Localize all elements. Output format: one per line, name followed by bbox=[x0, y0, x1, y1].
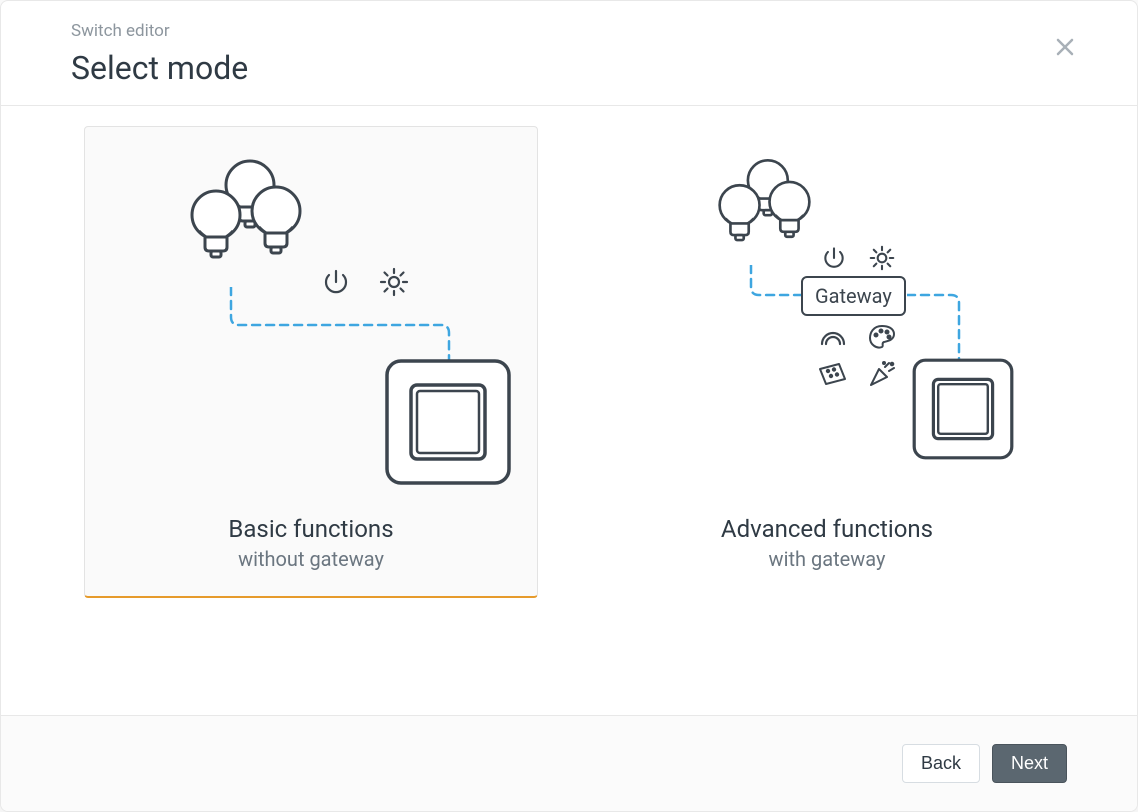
option-subtitle: without gateway bbox=[238, 547, 384, 571]
next-button[interactable]: Next bbox=[992, 744, 1067, 783]
switch-panel-icon bbox=[911, 357, 1015, 465]
power-icon bbox=[821, 245, 847, 275]
diagram-basic bbox=[131, 157, 491, 497]
option-title: Basic functions bbox=[228, 515, 393, 543]
modal-header: Switch editor Select mode bbox=[1, 1, 1137, 106]
palette-icon bbox=[867, 323, 897, 355]
party-icon bbox=[867, 359, 897, 393]
option-basic[interactable]: Basic functions without gateway bbox=[84, 126, 538, 598]
switch-panel-icon bbox=[383, 357, 513, 491]
rainbow-icon bbox=[819, 327, 847, 351]
switch-editor-modal: Switch editor Select mode bbox=[0, 0, 1138, 812]
sun-icon bbox=[869, 245, 895, 275]
sun-icon bbox=[379, 267, 409, 301]
gateway-label: Gateway bbox=[801, 276, 906, 316]
modal-subtitle: Switch editor bbox=[71, 21, 1067, 41]
modal-title: Select mode bbox=[71, 49, 1067, 87]
modal-body: Basic functions without gateway bbox=[1, 106, 1137, 628]
back-button[interactable]: Back bbox=[902, 744, 980, 783]
close-icon bbox=[1055, 37, 1075, 57]
diagram-advanced: Gateway bbox=[647, 157, 1007, 497]
close-button[interactable] bbox=[1051, 33, 1079, 61]
modal-footer: Back Next bbox=[1, 715, 1137, 811]
bulbs-icon bbox=[189, 157, 309, 291]
ticket-icon bbox=[817, 361, 849, 391]
option-title: Advanced functions bbox=[721, 515, 933, 543]
option-subtitle: with gateway bbox=[769, 547, 886, 571]
connection-line-left bbox=[747, 265, 807, 309]
option-advanced[interactable]: Gateway bbox=[600, 126, 1054, 598]
power-icon bbox=[321, 267, 351, 301]
bulbs-icon bbox=[717, 157, 817, 269]
